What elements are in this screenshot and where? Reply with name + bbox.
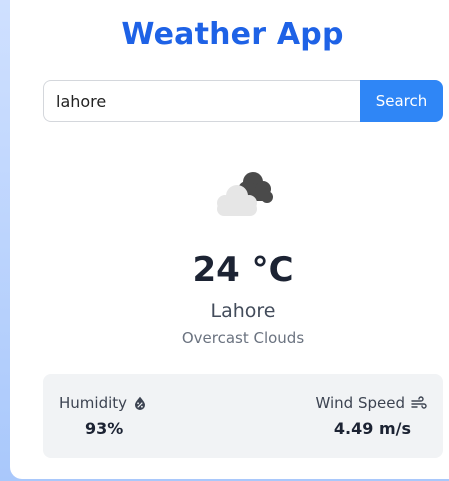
cloud-icon xyxy=(209,170,279,220)
search-bar: Search xyxy=(43,80,443,122)
wind-stat: Wind Speed 4.49 m/s xyxy=(316,394,428,438)
app-title: Weather App xyxy=(121,17,344,52)
wind-speed-label: Wind Speed xyxy=(315,394,406,412)
city-name: Lahore xyxy=(210,300,276,322)
weather-description: Overcast Clouds xyxy=(181,329,305,347)
search-input[interactable] xyxy=(43,80,360,122)
droplet-percent-icon xyxy=(133,396,147,410)
humidity-label: Humidity xyxy=(59,394,128,412)
temperature: 24 °C xyxy=(192,250,294,290)
weather-card: Weather App Search 24 °C Lahore Overcast… xyxy=(10,0,449,479)
weather-stats-panel: Humidity 93% Wind Speed 4.49 m/s xyxy=(43,374,443,458)
humidity-stat: Humidity 93% xyxy=(59,394,147,438)
humidity-value: 93% xyxy=(85,419,124,438)
search-button[interactable]: Search xyxy=(360,80,443,122)
wind-icon xyxy=(411,396,427,410)
wind-speed-value: 4.49 m/s xyxy=(333,419,411,438)
